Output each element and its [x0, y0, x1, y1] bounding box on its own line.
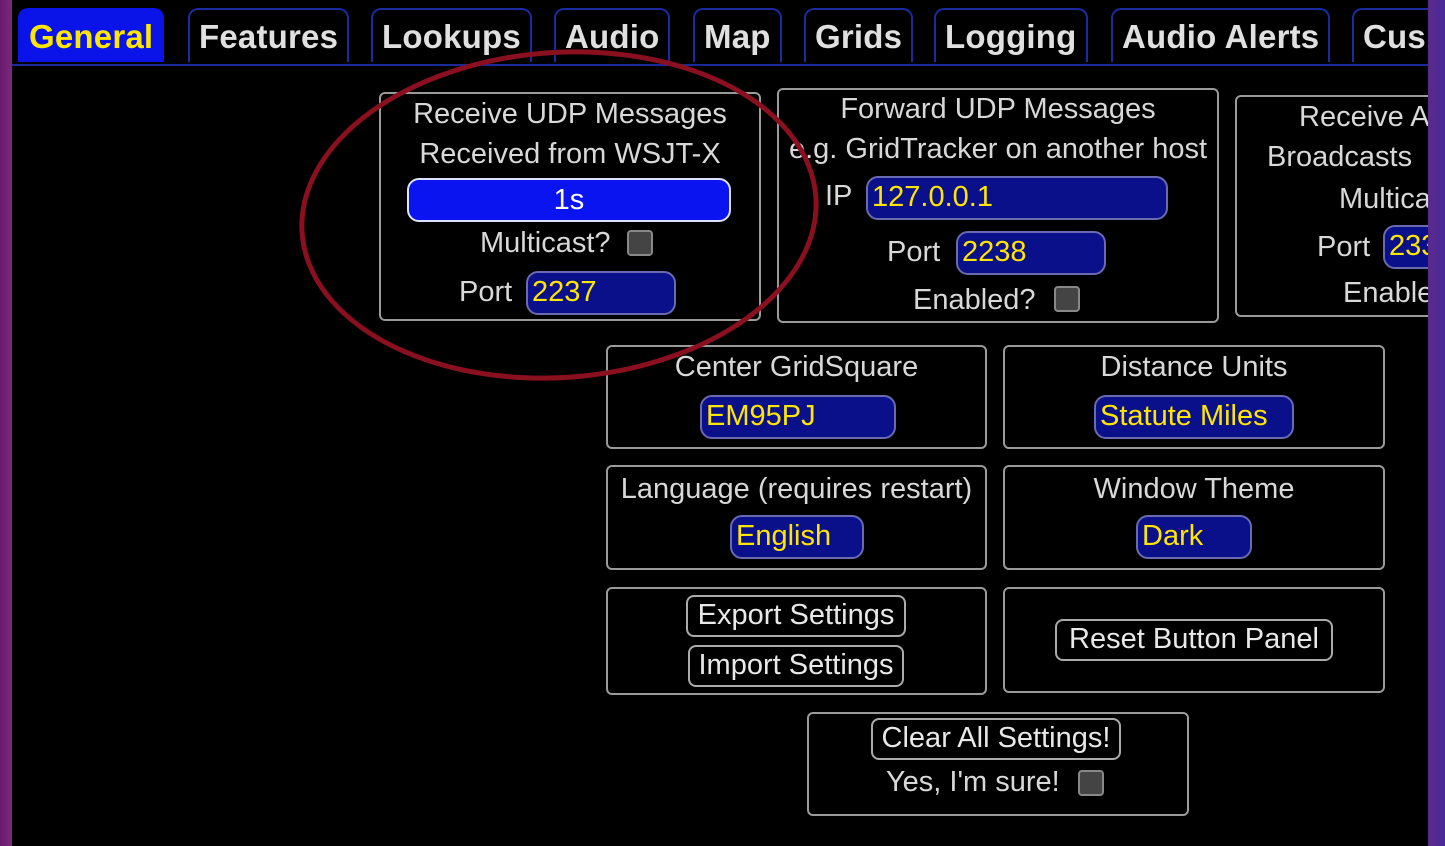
forward-udp-subtitle: e.g. GridTracker on another host — [788, 133, 1208, 165]
tab-audio[interactable]: Audio — [554, 8, 671, 62]
tab-logging[interactable]: Logging — [934, 8, 1088, 62]
language-select[interactable]: English — [730, 515, 864, 559]
forward-port-label: Port — [887, 236, 941, 268]
settings-window: General Features Lookups Audio Map Grids… — [12, 0, 1428, 846]
port-label: Port — [459, 276, 513, 308]
distance-units-select[interactable]: Statute Miles — [1094, 395, 1294, 439]
tab-lookups[interactable]: Lookups — [371, 8, 532, 62]
receive-broadcasts-subtitle: Broadcasts — [1267, 141, 1413, 173]
broadcast-port-label: Port — [1317, 231, 1371, 263]
import-settings-button[interactable]: Import Settings — [688, 645, 904, 687]
language-title: Language (requires restart) — [620, 473, 973, 505]
center-grid-input[interactable]: EM95PJ — [700, 395, 896, 439]
window-theme-title: Window Theme — [1093, 473, 1295, 505]
broadcast-port-input[interactable]: 233 — [1383, 225, 1428, 269]
window-theme-select[interactable]: Dark — [1136, 515, 1252, 559]
confirm-label: Yes, I'm sure! — [886, 766, 1060, 798]
receive-udp-title: Receive UDP Messages — [413, 98, 727, 130]
receive-udp-subtitle: Received from WSJT-X — [419, 138, 721, 170]
language-panel: Language (requires restart) English — [606, 465, 987, 570]
center-grid-panel: Center GridSquare EM95PJ — [606, 345, 987, 449]
center-grid-title: Center GridSquare — [674, 351, 919, 383]
distance-units-panel: Distance Units Statute Miles — [1003, 345, 1385, 449]
ip-label: IP — [825, 180, 853, 212]
window-theme-panel: Window Theme Dark — [1003, 465, 1385, 570]
tab-grids[interactable]: Grids — [804, 8, 914, 62]
confirm-checkbox[interactable] — [1078, 770, 1104, 796]
tab-map[interactable]: Map — [693, 8, 782, 62]
reset-button-panel-button[interactable]: Reset Button Panel — [1055, 619, 1333, 661]
tab-bar: General Features Lookups Audio Map Grids… — [12, 0, 1428, 66]
forward-ip-input[interactable]: 127.0.0.1 — [866, 176, 1168, 220]
forward-port-input[interactable]: 2238 — [956, 231, 1106, 275]
tab-features[interactable]: Features — [188, 8, 350, 62]
multicast-label: Multicast? — [480, 227, 611, 259]
enabled-label: Enabled? — [913, 284, 1036, 316]
forward-enabled-checkbox[interactable] — [1054, 286, 1080, 312]
forward-udp-panel: Forward UDP Messages e.g. GridTracker on… — [777, 88, 1219, 323]
broadcast-enabled-label: Enable — [1343, 277, 1428, 309]
forward-udp-title: Forward UDP Messages — [840, 93, 1156, 125]
tab-custom[interactable]: Cus — [1352, 8, 1428, 62]
clear-all-settings-button[interactable]: Clear All Settings! — [871, 718, 1121, 760]
udp-status-indicator: 1s — [407, 178, 731, 222]
receive-broadcasts-title: Receive A — [1299, 101, 1428, 133]
export-settings-button[interactable]: Export Settings — [686, 595, 906, 637]
receive-broadcasts-panel: Receive A Broadcasts Multica Port 233 En… — [1235, 95, 1428, 317]
reset-panel: Reset Button Panel — [1003, 587, 1385, 693]
distance-units-title: Distance Units — [1100, 351, 1288, 383]
clear-settings-panel: Clear All Settings! Yes, I'm sure! — [807, 712, 1189, 816]
tab-general[interactable]: General — [18, 8, 165, 62]
multicast-checkbox[interactable] — [627, 230, 653, 256]
settings-io-panel: Export Settings Import Settings — [606, 587, 987, 695]
broadcast-multicast-label: Multica — [1339, 183, 1428, 215]
receive-udp-panel: Receive UDP Messages Received from WSJT-… — [379, 92, 761, 321]
tab-audio-alerts[interactable]: Audio Alerts — [1111, 8, 1331, 62]
receive-port-input[interactable]: 2237 — [526, 271, 676, 315]
